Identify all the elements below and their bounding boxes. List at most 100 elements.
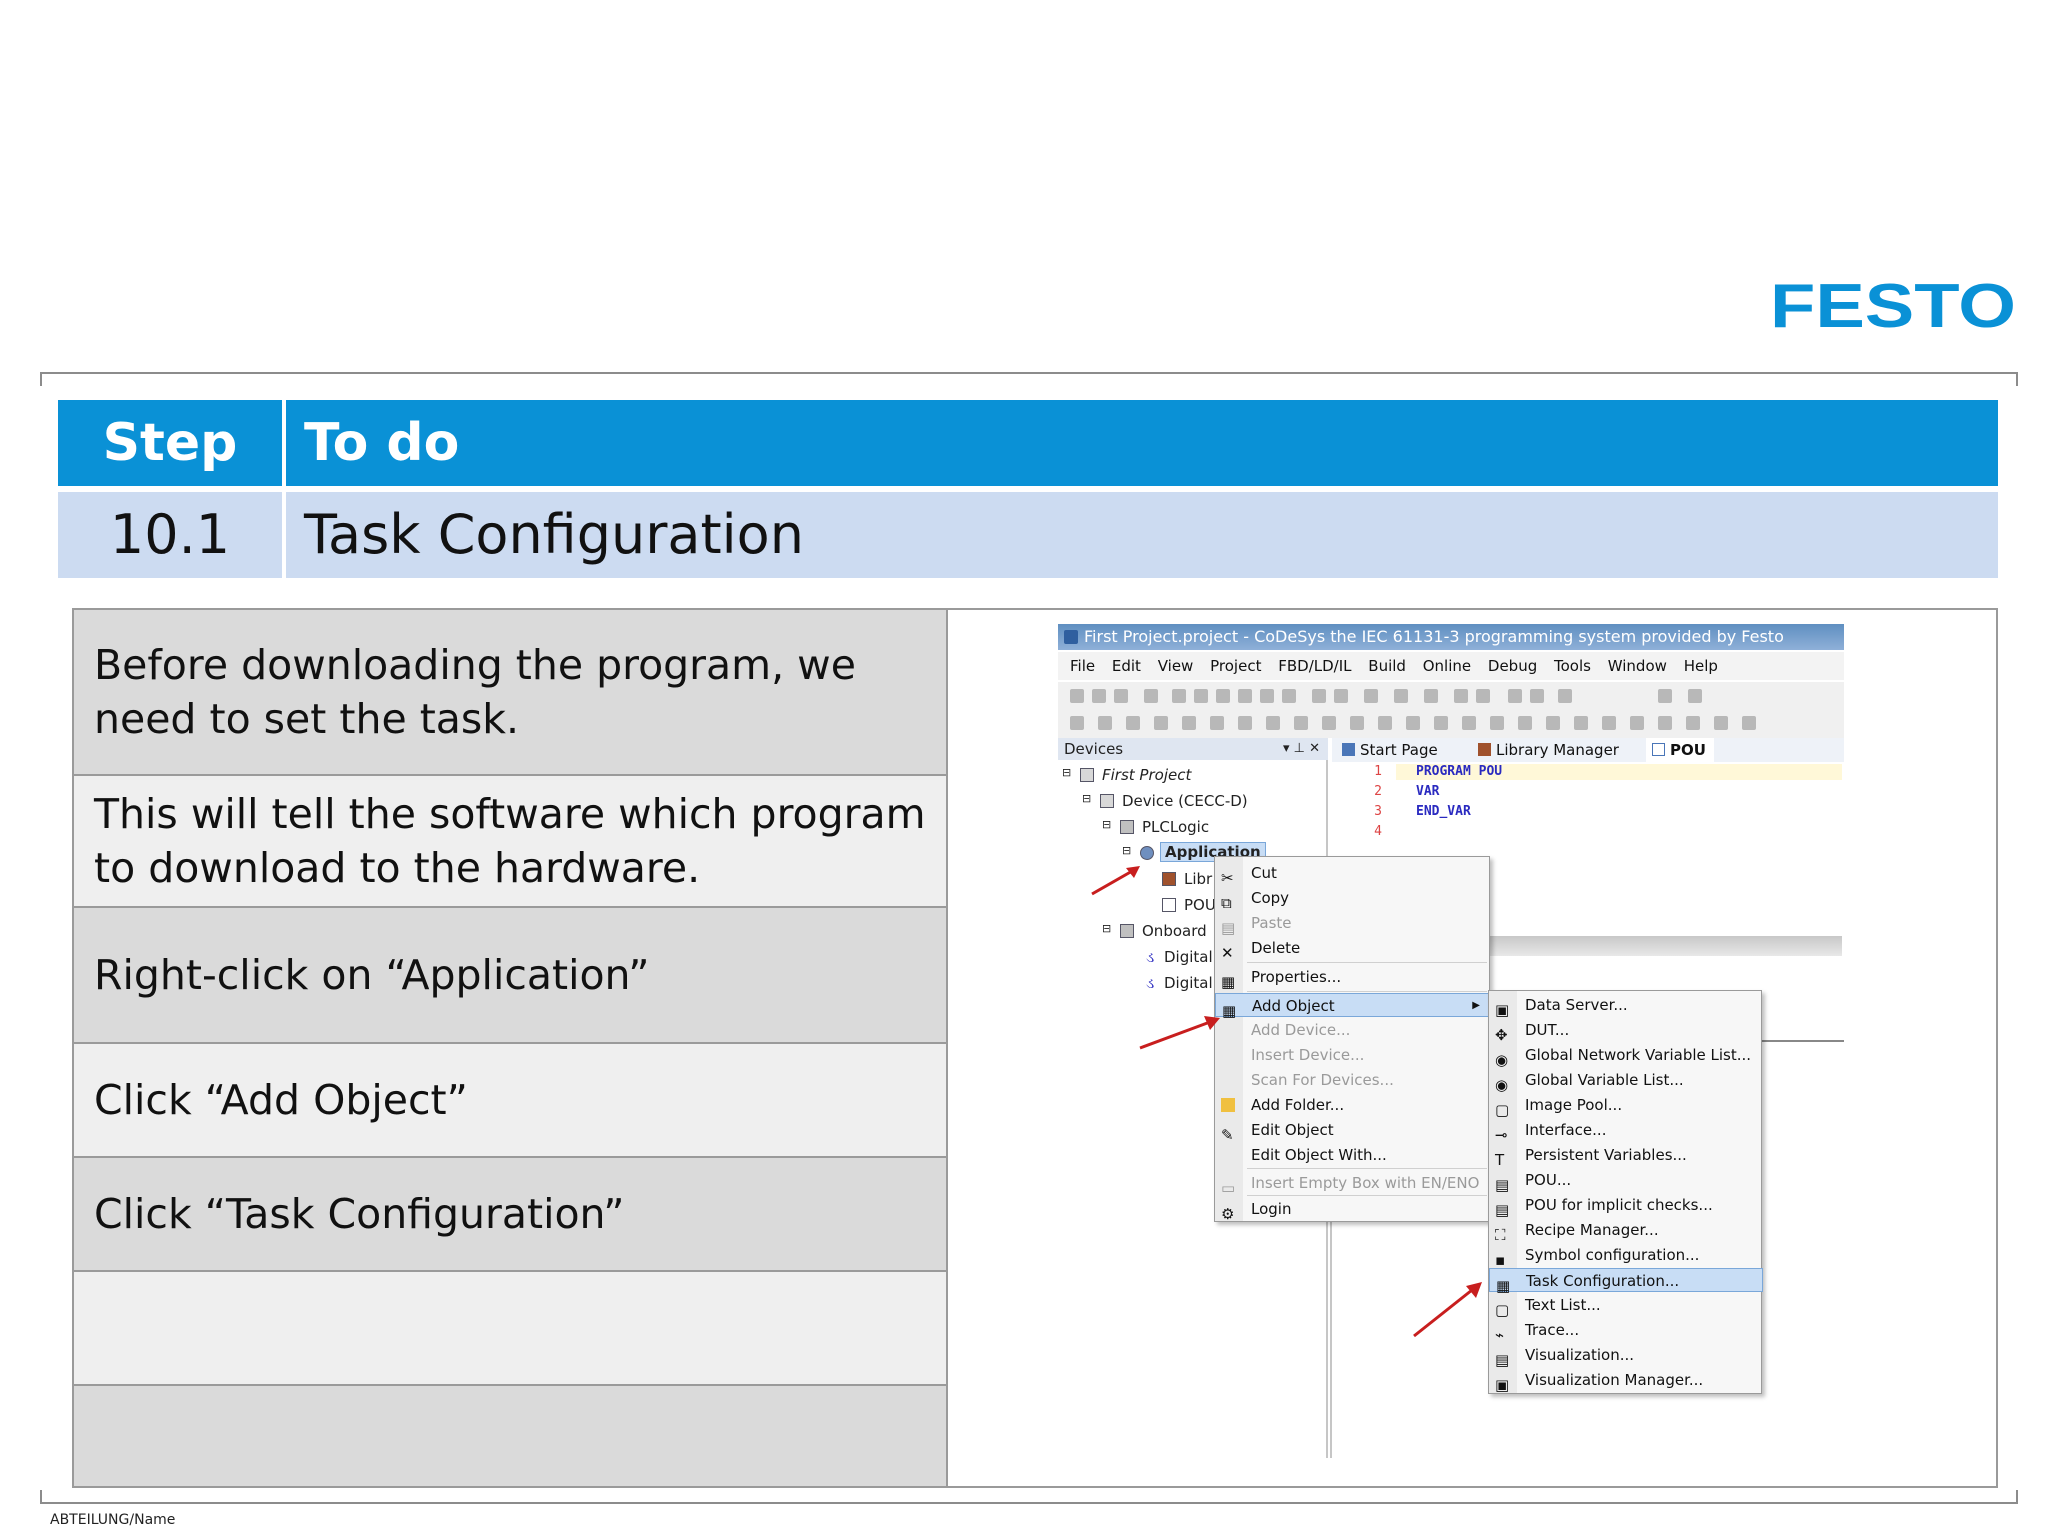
menu-item-login[interactable]: ⚙ Login [1215, 1197, 1489, 1223]
menu-help[interactable]: Help [1684, 657, 1718, 675]
menu-debug[interactable]: Debug [1488, 657, 1537, 675]
fbd-tool-icon[interactable] [1210, 716, 1224, 730]
submenu-item-text-list[interactable]: ▢ Text List... [1489, 1293, 1763, 1319]
fbd-tool-icon[interactable] [1322, 716, 1336, 730]
tree-item-project[interactable]: First Project [1102, 766, 1191, 784]
submenu-item-task-configuration[interactable]: ▦ Task Configuration... [1489, 1268, 1763, 1295]
submenu-item-pou-implicit-checks[interactable]: ▤ POU for implicit checks... [1489, 1193, 1763, 1219]
collapse-icon[interactable]: ⊟ [1102, 922, 1111, 935]
fbd-tool-icon[interactable] [1714, 716, 1728, 730]
submenu-item-interface[interactable]: ⊸ Interface... [1489, 1118, 1763, 1144]
fbd-tool-icon[interactable] [1406, 716, 1420, 730]
build-icon[interactable] [1364, 689, 1378, 703]
replace-icon[interactable] [1334, 689, 1348, 703]
save-icon[interactable] [1114, 689, 1128, 703]
copy-icon[interactable] [1238, 689, 1252, 703]
fbd-tool-icon[interactable] [1266, 716, 1280, 730]
fbd-tool-icon[interactable] [1630, 716, 1644, 730]
run-icon[interactable] [1508, 689, 1522, 703]
menu-item-edit-object-with[interactable]: Edit Object With... [1215, 1143, 1489, 1167]
delete-icon[interactable] [1282, 689, 1296, 703]
menu-window[interactable]: Window [1608, 657, 1667, 675]
device-icon[interactable] [1394, 689, 1408, 703]
step-icon[interactable] [1658, 689, 1672, 703]
fbd-tool-icon[interactable] [1350, 716, 1364, 730]
submenu-item-global-variable-list[interactable]: ◉ Global Variable List... [1489, 1068, 1763, 1094]
fbd-tool-icon[interactable] [1686, 716, 1700, 730]
fbd-tool-icon[interactable] [1546, 716, 1560, 730]
submenu-item-image-pool[interactable]: ▢ Image Pool... [1489, 1093, 1763, 1119]
submenu-item-persistent-variables[interactable]: T Persistent Variables... [1489, 1143, 1763, 1169]
window-icon[interactable] [1424, 689, 1438, 703]
collapse-icon[interactable]: ⊟ [1102, 818, 1111, 831]
menu-item-insert-empty-box[interactable]: ▭ Insert Empty Box with EN/ENO [1215, 1171, 1489, 1197]
breakpoint-icon[interactable] [1558, 689, 1572, 703]
menu-item-insert-device[interactable]: Insert Device... [1215, 1043, 1489, 1067]
menu-build[interactable]: Build [1368, 657, 1406, 675]
tree-item-onboard[interactable]: Onboard [1142, 922, 1207, 940]
undo-icon[interactable] [1172, 689, 1186, 703]
menu-view[interactable]: View [1158, 657, 1194, 675]
submenu-item-global-network-variable-list[interactable]: ◉ Global Network Variable List... [1489, 1043, 1763, 1069]
menu-item-cut[interactable]: ✂ Cut [1215, 861, 1489, 887]
menu-item-add-folder[interactable]: Add Folder... [1215, 1093, 1489, 1117]
collapse-icon[interactable]: ⊟ [1122, 844, 1131, 857]
fbd-tool-icon[interactable] [1462, 716, 1476, 730]
login-icon[interactable] [1454, 689, 1468, 703]
tab-pou[interactable]: POU [1646, 738, 1714, 762]
find-icon[interactable] [1312, 689, 1326, 703]
splitter-bar[interactable] [1484, 936, 1842, 956]
tree-item-library-manager[interactable]: Libr [1184, 870, 1212, 888]
tree-item-pou[interactable]: POU [1184, 896, 1216, 914]
close-icon[interactable]: ▾ ⊥ ✕ [1283, 738, 1320, 760]
menu-item-paste[interactable]: ▤ Paste [1215, 911, 1489, 937]
menu-item-edit-object[interactable]: ✎ Edit Object [1215, 1118, 1489, 1144]
paste-icon[interactable] [1260, 689, 1274, 703]
tab-start-page[interactable]: Start Page [1336, 738, 1446, 762]
menu-item-add-object[interactable]: ▦ Add Object ▶ [1215, 993, 1489, 1020]
tab-library-manager[interactable]: Library Manager [1472, 738, 1627, 762]
fbd-tool-icon[interactable] [1098, 716, 1112, 730]
submenu-item-dut[interactable]: ✥ DUT... [1489, 1018, 1763, 1044]
fbd-tool-icon[interactable] [1182, 716, 1196, 730]
menu-edit[interactable]: Edit [1112, 657, 1141, 675]
tree-item-plclogic[interactable]: PLCLogic [1142, 818, 1209, 836]
fbd-tool-icon[interactable] [1742, 716, 1756, 730]
submenu-item-visualization[interactable]: ▤ Visualization... [1489, 1343, 1763, 1369]
open-icon[interactable] [1092, 689, 1106, 703]
fbd-tool-icon[interactable] [1154, 716, 1168, 730]
submenu-item-symbol-configuration[interactable]: ▪ Symbol configuration... [1489, 1243, 1763, 1269]
submenu-item-recipe-manager[interactable]: ⛶ Recipe Manager... [1489, 1218, 1763, 1244]
fbd-tool-icon[interactable] [1602, 716, 1616, 730]
submenu-item-visualization-manager[interactable]: ▣ Visualization Manager... [1489, 1368, 1763, 1394]
cut-icon[interactable] [1216, 689, 1230, 703]
menu-fbd-ld-il[interactable]: FBD/LD/IL [1278, 657, 1351, 675]
menu-item-properties[interactable]: ▦ Properties... [1215, 965, 1489, 991]
tree-item-device[interactable]: Device (CECC-D) [1122, 792, 1248, 810]
print-icon[interactable] [1144, 689, 1158, 703]
collapse-icon[interactable]: ⊟ [1062, 766, 1071, 779]
fbd-tool-icon[interactable] [1238, 716, 1252, 730]
fbd-tool-icon[interactable] [1294, 716, 1308, 730]
fbd-tool-icon[interactable] [1658, 716, 1672, 730]
fbd-tool-icon[interactable] [1126, 716, 1140, 730]
fbd-tool-icon[interactable] [1434, 716, 1448, 730]
menu-tools[interactable]: Tools [1554, 657, 1591, 675]
stop-icon[interactable] [1530, 689, 1544, 703]
menu-project[interactable]: Project [1210, 657, 1261, 675]
submenu-item-pou[interactable]: ▤ POU... [1489, 1168, 1763, 1194]
menu-file[interactable]: File [1070, 657, 1095, 675]
menu-item-copy[interactable]: ⧉ Copy [1215, 886, 1489, 912]
fbd-tool-icon[interactable] [1518, 716, 1532, 730]
fbd-tool-icon[interactable] [1378, 716, 1392, 730]
menu-item-delete[interactable]: ✕ Delete [1215, 936, 1489, 962]
collapse-icon[interactable]: ⊟ [1082, 792, 1091, 805]
logout-icon[interactable] [1476, 689, 1490, 703]
tree-item-digital-in[interactable]: Digital [1164, 948, 1213, 966]
new-icon[interactable] [1070, 689, 1084, 703]
submenu-item-data-server[interactable]: ▣ Data Server... [1489, 993, 1763, 1019]
search-icon[interactable] [1688, 689, 1702, 703]
menu-online[interactable]: Online [1423, 657, 1471, 675]
fbd-tool-icon[interactable] [1490, 716, 1504, 730]
redo-icon[interactable] [1194, 689, 1208, 703]
